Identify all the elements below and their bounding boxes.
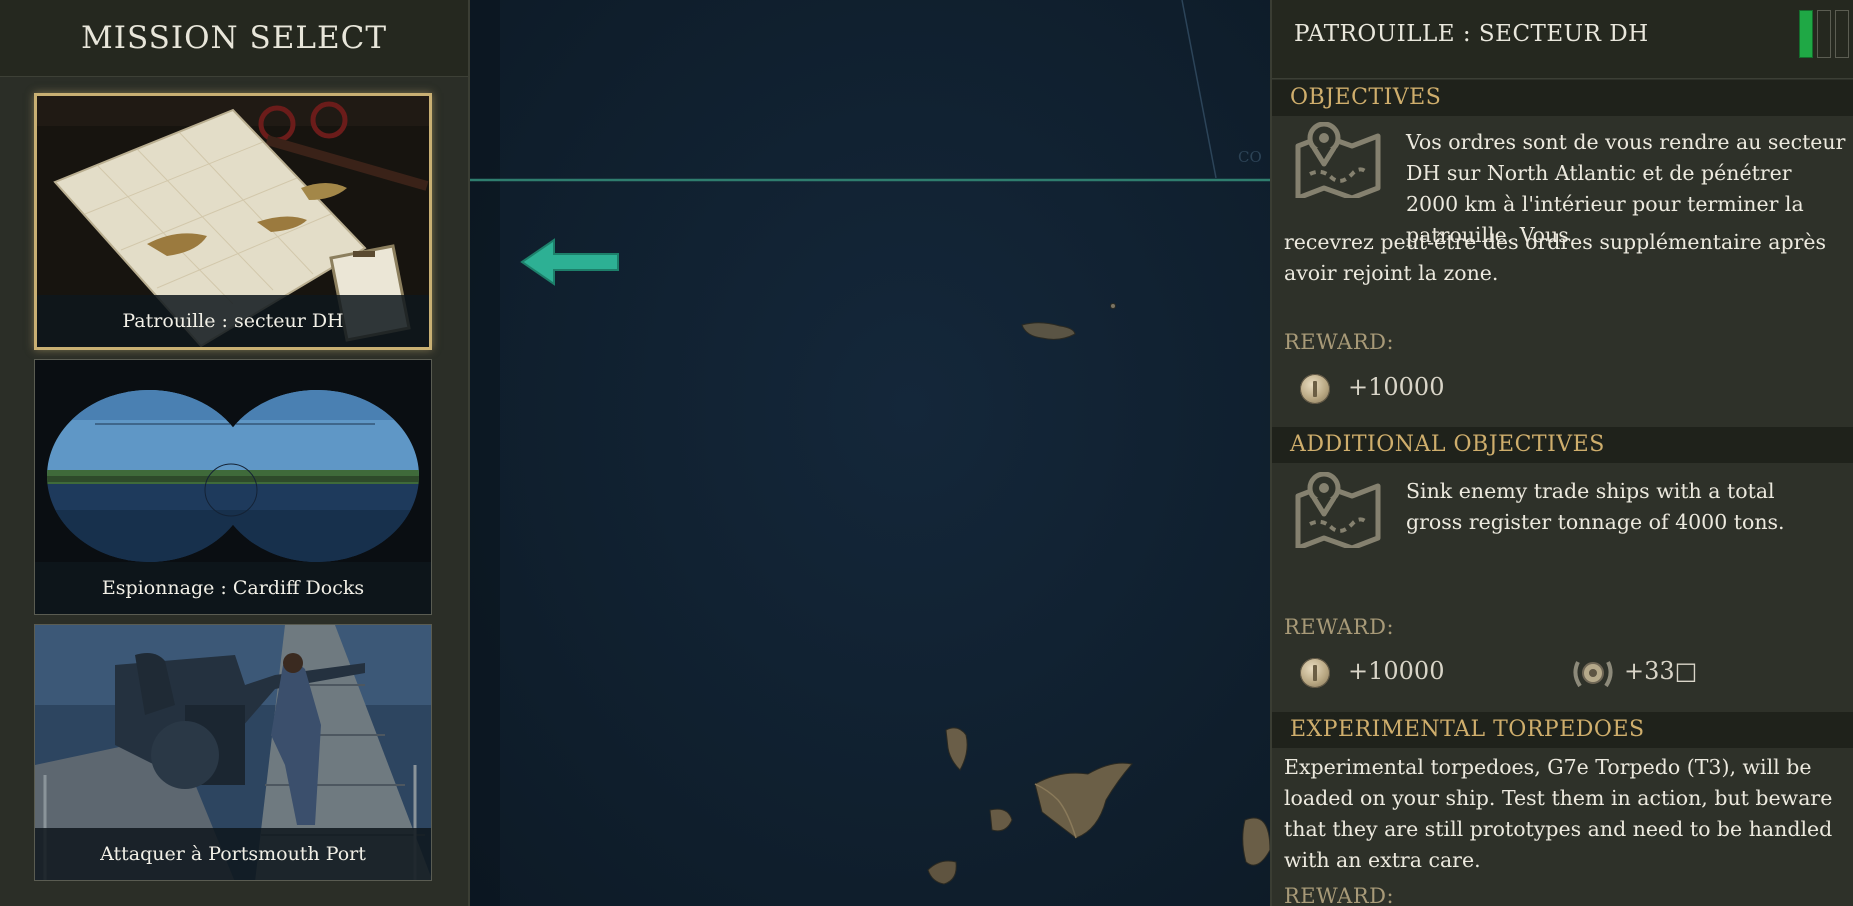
coin-icon	[1300, 374, 1330, 404]
objectives-reward-value: +10000	[1348, 373, 1445, 401]
additional-reward-value: +10000	[1348, 657, 1445, 685]
laurel-medal-icon	[1573, 661, 1613, 688]
additional-reward-value-2: +33□	[1624, 657, 1698, 685]
progress-bar-segment-filled	[1799, 10, 1813, 58]
grid-line	[1181, 0, 1217, 179]
additional-objectives-text: Sink enemy trade ships with a total gros…	[1406, 479, 1785, 534]
island-group	[927, 303, 1270, 885]
mission-select-title: MISSION SELECT	[80, 20, 388, 56]
progress-bar-segment-empty	[1817, 10, 1831, 58]
experimental-reward-label: REWARD:	[1284, 884, 1395, 906]
mission-details-panel: PATROUILLE : SECTEUR DH OBJECTIVES Vos o…	[1270, 0, 1853, 906]
additional-reward-label: REWARD:	[1284, 615, 1395, 639]
objectives-text-part-2: recevrez peut-être des ordres supplément…	[1284, 230, 1827, 285]
additional-objectives-heading: ADDITIONAL OBJECTIVES	[1272, 427, 1853, 463]
objectives-heading: OBJECTIVES	[1272, 80, 1853, 116]
coin-icon	[1300, 658, 1330, 688]
mission-card-label: Attaquer à Portsmouth Port	[35, 828, 431, 880]
map-objective-icon	[1295, 122, 1381, 198]
mission-details-header: PATROUILLE : SECTEUR DH	[1272, 0, 1853, 79]
mission-card-patrol[interactable]: Patrouille : secteur DH	[34, 93, 432, 350]
mission-card-label: Espionnage : Cardiff Docks	[35, 562, 431, 614]
route-arrow-icon	[520, 238, 619, 286]
mission-card-attack[interactable]: Attaquer à Portsmouth Port	[34, 624, 432, 881]
objectives-reward-label: REWARD:	[1284, 330, 1395, 354]
experimental-torpedoes-heading: EXPERIMENTAL TORPEDOES	[1272, 712, 1853, 748]
mission-select-panel: MISSION SELECT Patrouille: secteur DH E…	[0, 0, 470, 906]
mission-card-espionage[interactable]: Espionnage : Cardiff Docks	[34, 359, 432, 615]
sea-map[interactable]: CO	[470, 0, 1270, 906]
experimental-torpedoes-text: Experimental torpedoes, G7e Torpedo (T3)…	[1284, 755, 1833, 872]
mission-select-header: MISSION SELECT	[0, 0, 468, 77]
map-objective-icon	[1295, 472, 1381, 548]
progress-bar-segment-empty	[1835, 10, 1849, 58]
mission-card-label: Patrouille : secteur DH	[37, 295, 429, 347]
map-faint-label: CO	[1238, 148, 1262, 166]
mission-title: PATROUILLE : SECTEUR DH	[1294, 21, 1649, 47]
